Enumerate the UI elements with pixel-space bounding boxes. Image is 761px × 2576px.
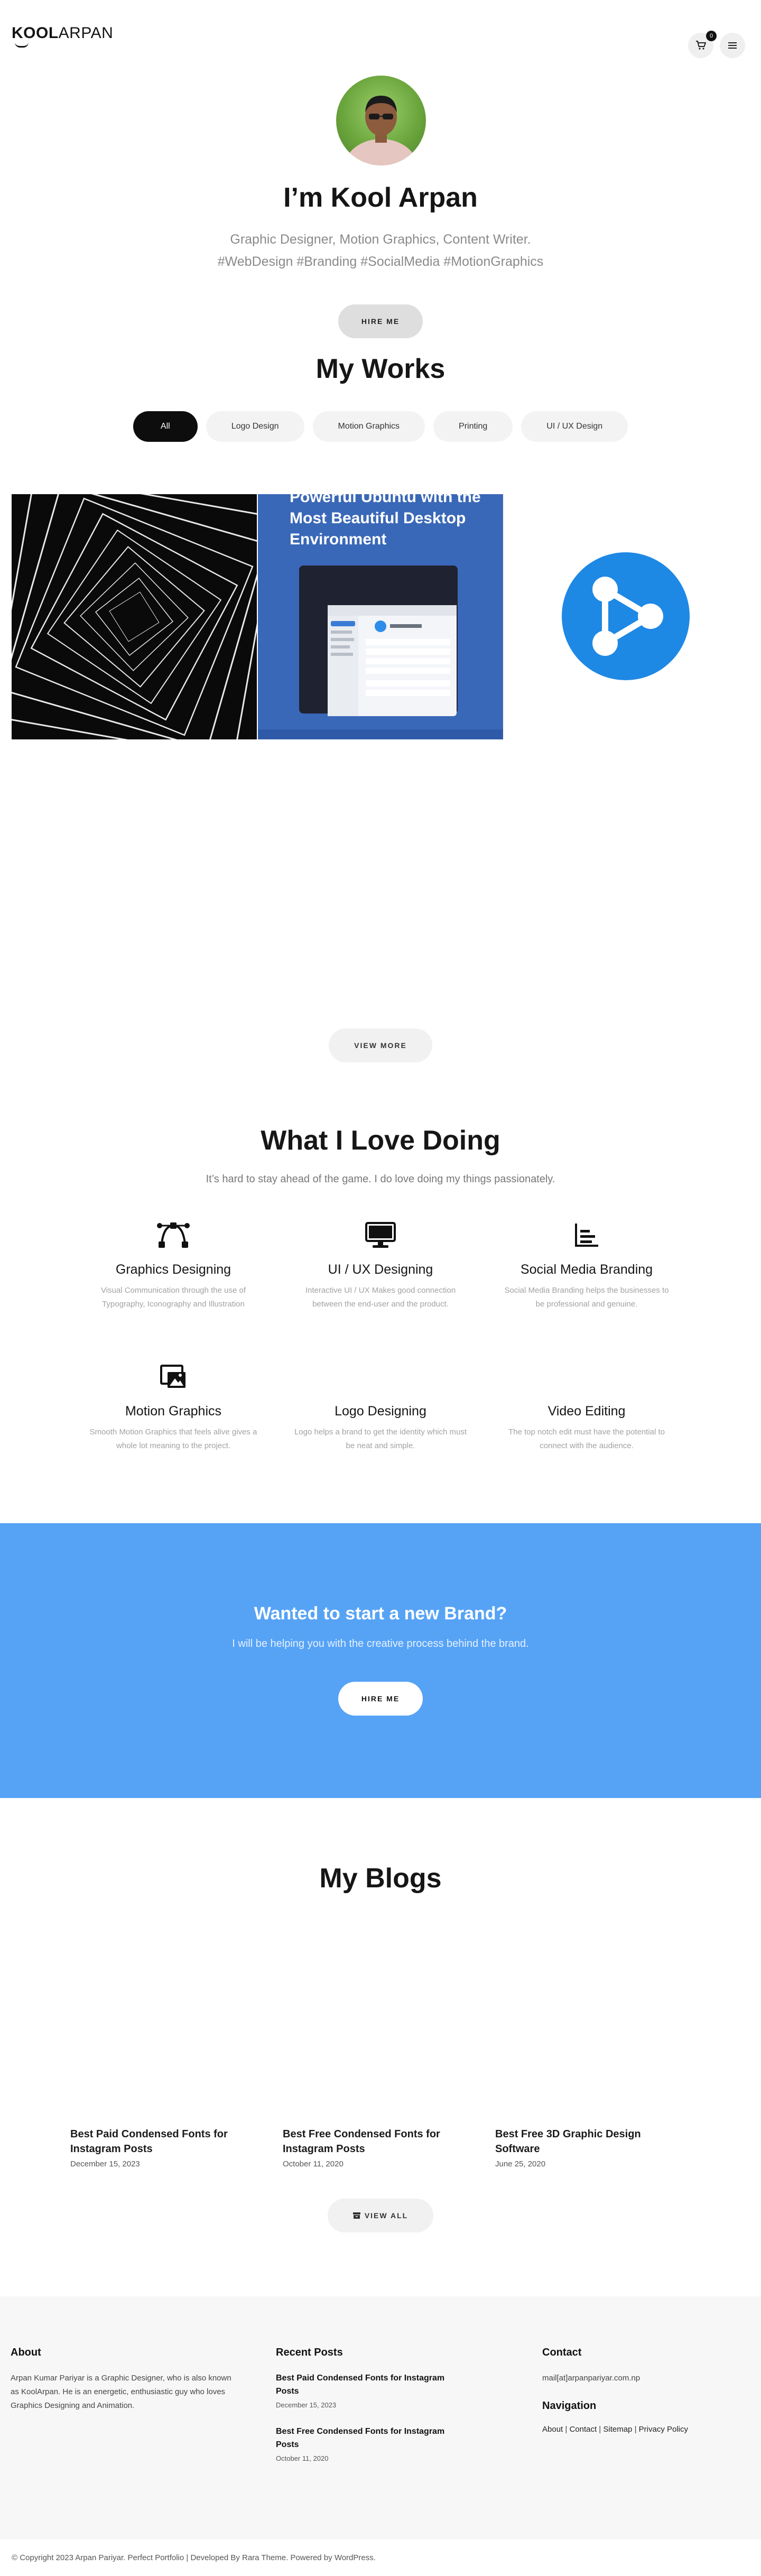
service-ui-ux-designing: UI / UX Designing Interactive UI / UX Ma… xyxy=(293,1221,468,1311)
cta-title: Wanted to start a new Brand? xyxy=(254,1604,507,1624)
logo-light-text: ARPAN xyxy=(58,24,114,42)
view-more-button[interactable]: VIEW MORE xyxy=(329,1028,432,1062)
ubuntu-settings-window xyxy=(328,605,457,716)
blogs-title: My Blogs xyxy=(319,1863,442,1894)
service-graphics-designing: Graphics Designing Visual Communication … xyxy=(86,1221,261,1311)
service-title: UI / UX Designing xyxy=(328,1262,433,1277)
footer-recent-title: Recent Posts xyxy=(276,2347,343,2358)
hero-subtitle-line1: Graphic Designer, Motion Graphics, Conte… xyxy=(230,232,531,247)
footer-recent-post-title[interactable]: Best Paid Condensed Fonts for Instagram … xyxy=(276,2371,450,2398)
filter-ui-ux-design[interactable]: UI / UX Design xyxy=(521,411,628,442)
desktop-icon xyxy=(365,1222,396,1248)
bezier-curve-icon xyxy=(157,1222,190,1248)
service-title: Social Media Branding xyxy=(520,1262,653,1277)
abstract-squares-artwork xyxy=(12,494,257,739)
ubuntu-work-heading: Powerful Ubuntu with the Most Beautiful … xyxy=(290,494,481,548)
view-all-label: VIEW ALL xyxy=(364,2211,409,2220)
share-logo-circle xyxy=(562,552,690,680)
footer-nav-contact[interactable]: Contact xyxy=(569,2425,597,2434)
footer-recent-post-date: December 15, 2023 xyxy=(276,2401,337,2409)
cta-hire-me-button[interactable]: HIRE ME xyxy=(338,1682,423,1716)
service-title: Video Editing xyxy=(547,1404,626,1419)
filter-printing[interactable]: Printing xyxy=(433,411,513,442)
blog-card: Best Free 3D Graphic Design Software Jun… xyxy=(495,2127,670,2169)
ubuntu-dock-strip xyxy=(258,729,503,739)
photo-video-icon xyxy=(160,1365,185,1388)
service-description: Social Media Branding helps the business… xyxy=(504,1286,669,1309)
cta-banner: Wanted to start a new Brand? I will be h… xyxy=(0,1523,761,1798)
footer-contact-title: Contact xyxy=(542,2347,582,2358)
service-description: The top notch edit must have the potenti… xyxy=(508,1428,665,1450)
archive-icon xyxy=(352,2212,360,2219)
footer-recent-post-title[interactable]: Best Free Condensed Fonts for Instagram … xyxy=(276,2425,450,2451)
blog-card: Best Free Condensed Fonts for Instagram … xyxy=(283,2127,457,2169)
work-item-abstract-squares[interactable] xyxy=(12,494,257,739)
logo-smile-mark xyxy=(15,42,29,48)
footer-nav-links: About | Contact | Sitemap | Privacy Poli… xyxy=(542,2425,688,2434)
footer-contact-email[interactable]: mail[at]arpanpariyar.com.np xyxy=(542,2371,743,2385)
filter-logo-design[interactable]: Logo Design xyxy=(206,411,304,442)
service-logo-designing: Logo Designing Logo helps a brand to get… xyxy=(293,1363,468,1453)
blog-card: Best Paid Condensed Fonts for Instagram … xyxy=(70,2127,245,2169)
footer-about-text: Arpan Kumar Pariyar is a Graphic Designe… xyxy=(11,2374,231,2410)
hero-subtitle: Graphic Designer, Motion Graphics, Conte… xyxy=(0,228,761,273)
copyright-bar: © Copyright 2023 Arpan Pariyar. Perfect … xyxy=(0,2540,761,2576)
blog-post-title[interactable]: Best Free 3D Graphic Design Software xyxy=(495,2127,670,2156)
service-description: Interactive UI / UX Makes good connectio… xyxy=(305,1286,456,1309)
service-video-editing: Video Editing The top notch edit must ha… xyxy=(499,1363,674,1453)
view-all-blogs-button[interactable]: VIEW ALL xyxy=(328,2199,433,2232)
hero-title: I’m Kool Arpan xyxy=(283,182,478,213)
menu-button[interactable] xyxy=(720,33,745,58)
works-title: My Works xyxy=(315,354,446,384)
blog-post-date: October 11, 2020 xyxy=(283,2160,344,2169)
services-subtitle: It’s hard to stay ahead of the game. I d… xyxy=(206,1173,555,1185)
site-header: KOOLARPAN 0 xyxy=(0,0,761,74)
footer-contact: Contact mail[at]arpanpariyar.com.np Navi… xyxy=(542,2347,743,2436)
footer-recent-post-date: October 11, 2020 xyxy=(276,2454,329,2462)
service-motion-graphics: Motion Graphics Smooth Motion Graphics t… xyxy=(86,1363,261,1453)
blog-post-date: December 15, 2023 xyxy=(70,2160,140,2169)
site-logo[interactable]: KOOLARPAN xyxy=(12,24,113,42)
footer-nav-about[interactable]: About xyxy=(542,2425,563,2434)
cart-count-badge: 0 xyxy=(706,31,717,41)
site-footer: About Arpan Kumar Pariyar is a Graphic D… xyxy=(0,2296,761,2540)
service-title: Graphics Designing xyxy=(115,1262,231,1277)
logo-bold-text: KOOL xyxy=(12,24,59,42)
services-title: What I Love Doing xyxy=(261,1125,500,1156)
footer-about: About Arpan Kumar Pariyar is a Graphic D… xyxy=(11,2347,233,2413)
bar-chart-icon xyxy=(575,1224,598,1247)
share-icon xyxy=(592,577,663,656)
service-social-media-branding: Social Media Branding Social Media Brand… xyxy=(499,1221,674,1311)
footer-navigation-title: Navigation xyxy=(542,2400,597,2412)
work-item-ubuntu-desktop[interactable]: Powerful Ubuntu with the Most Beautiful … xyxy=(258,494,503,739)
blog-post-date: June 25, 2020 xyxy=(495,2160,546,2169)
work-item-share-logo[interactable] xyxy=(505,494,750,739)
service-description: Visual Communication through the use of … xyxy=(100,1286,246,1309)
service-description: Smooth Motion Graphics that feels alive … xyxy=(89,1428,257,1450)
footer-nav-privacy-policy[interactable]: Privacy Policy xyxy=(639,2425,688,2434)
footer-nav-sitemap[interactable]: Sitemap xyxy=(603,2425,632,2434)
filter-all[interactable]: All xyxy=(133,411,198,442)
blog-post-title[interactable]: Best Paid Condensed Fonts for Instagram … xyxy=(70,2127,245,2156)
hero-subtitle-line2: #WebDesign #Branding #SocialMedia #Motio… xyxy=(217,254,544,269)
hamburger-icon xyxy=(728,42,737,49)
footer-recent-posts: Recent Posts Best Paid Condensed Fonts f… xyxy=(276,2347,450,2462)
profile-avatar xyxy=(336,76,426,165)
footer-about-title: About xyxy=(11,2347,41,2358)
cart-icon xyxy=(696,41,706,50)
service-title: Motion Graphics xyxy=(125,1404,222,1419)
profile-photo xyxy=(344,96,418,165)
filter-motion-graphics[interactable]: Motion Graphics xyxy=(312,411,425,442)
works-filter-bar: All Logo Design Motion Graphics Printing… xyxy=(0,411,761,442)
blog-post-title[interactable]: Best Free Condensed Fonts for Instagram … xyxy=(283,2127,457,2156)
cta-subtitle: I will be helping you with the creative … xyxy=(232,1638,529,1650)
service-description: Logo helps a brand to get the identity w… xyxy=(294,1428,467,1450)
service-title: Logo Designing xyxy=(335,1404,426,1419)
hire-me-button[interactable]: HIRE ME xyxy=(338,304,423,338)
